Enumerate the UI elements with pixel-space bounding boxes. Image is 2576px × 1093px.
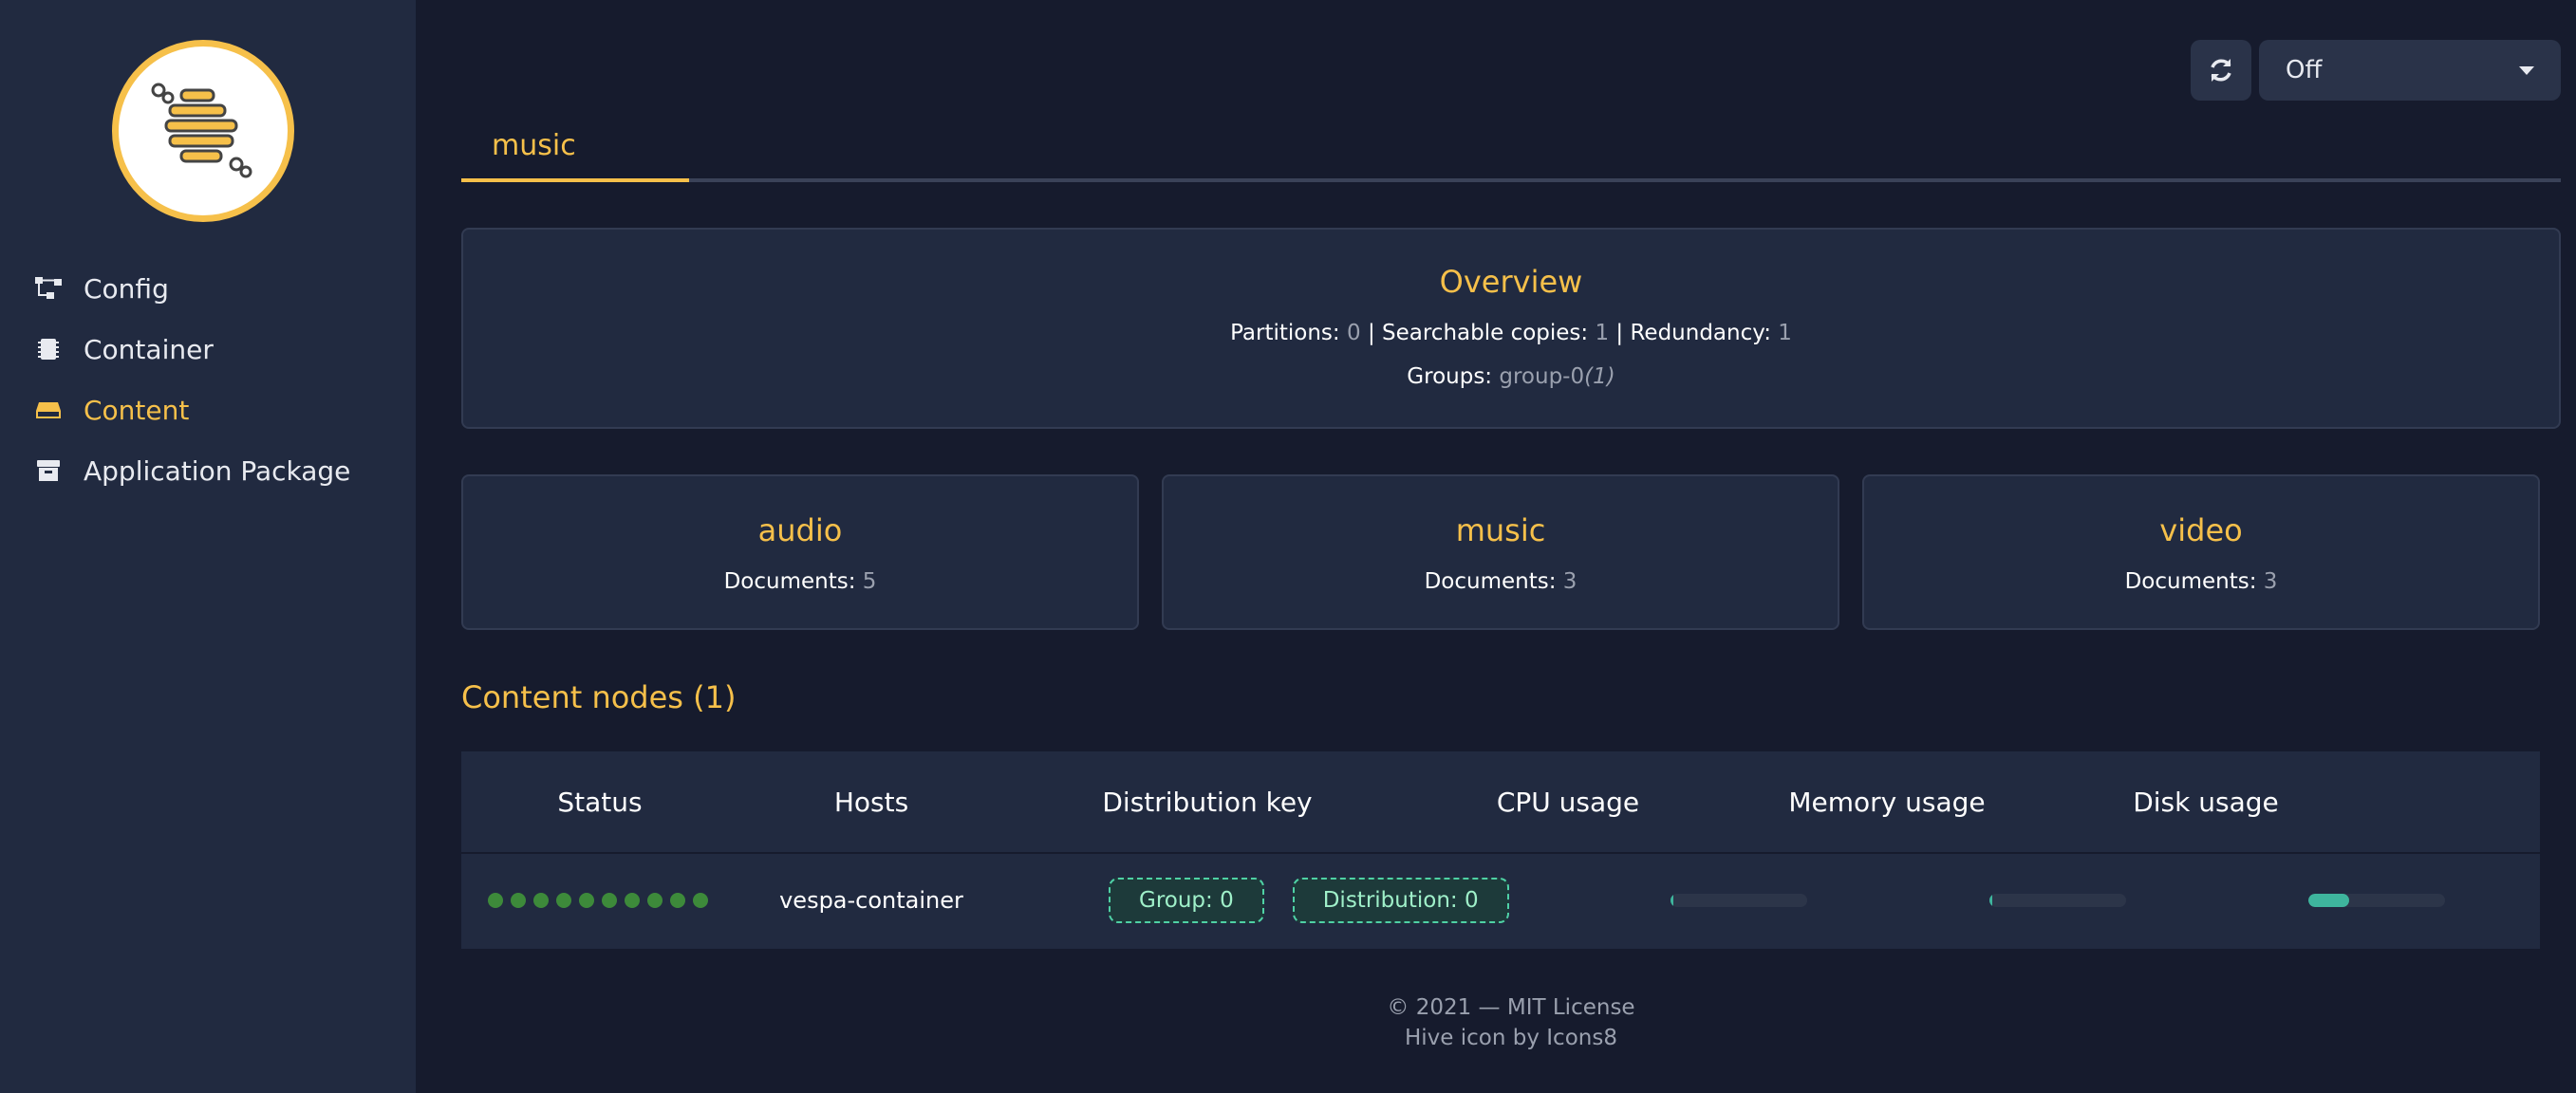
status-dot [647, 893, 663, 908]
column-header-hosts: Hosts [833, 786, 909, 818]
hdd-icon [34, 396, 63, 424]
column-header-status: Status [557, 786, 643, 818]
sidebar-item-config[interactable]: Config [0, 258, 416, 319]
disk-usage-cell [2308, 894, 2445, 907]
separator: | [1615, 321, 1624, 345]
doc-card-audio: audio Documents: 5 [461, 474, 1139, 630]
status-cell [488, 893, 708, 908]
status-dot [488, 893, 503, 908]
sync-icon [2211, 59, 2231, 82]
refresh-button[interactable] [2191, 40, 2251, 101]
refresh-interval-select[interactable]: Off [2259, 40, 2561, 101]
column-header-cpu-usage: CPU usage [1496, 786, 1640, 818]
chip-icon [34, 335, 63, 363]
license-text: © 2021 — MIT License [1387, 995, 1635, 1020]
doc-card-music: music Documents: 3 [1162, 474, 1839, 630]
groups-count: (1) [1584, 364, 1615, 389]
column-header-distribution-key: Distribution key [1102, 786, 1313, 818]
distribution-key-cell: Group: 0 Distribution: 0 [1109, 878, 1509, 923]
footer: © 2021 — MIT License Hive icon by Icons8 [461, 992, 2561, 1053]
status-dot [670, 893, 685, 908]
groups-value: group-0 [1499, 364, 1585, 389]
column-header-memory-usage: Memory usage [1788, 786, 1986, 818]
select-value: Off [2286, 56, 2323, 84]
status-dot [556, 893, 571, 908]
status-dot [533, 893, 549, 908]
tab-music[interactable]: music [461, 112, 689, 182]
distribution-tag: Distribution: 0 [1292, 878, 1509, 923]
doc-count: Documents: 3 [1164, 569, 1838, 594]
disk-usage-fill [2308, 894, 2350, 907]
sidebar-nav: Config Container Content Application Pac… [0, 258, 416, 501]
hive-logo[interactable] [112, 40, 294, 222]
host-cell[interactable]: vespa-container [738, 887, 1004, 914]
archive-icon [34, 456, 63, 485]
memory-usage-fill [1989, 894, 1992, 907]
tab-bar: music [461, 112, 2561, 182]
searchable-copies-label: Searchable copies: [1382, 321, 1589, 345]
documents-value: 3 [2263, 569, 2278, 594]
documents-label: Documents: [1424, 569, 1557, 594]
doc-count: Documents: 3 [1864, 569, 2538, 594]
separator: | [1367, 321, 1375, 345]
doc-type-name: music [1455, 512, 1546, 548]
status-dot [625, 893, 640, 908]
hive-icon [151, 83, 252, 178]
documents-value: 3 [1562, 569, 1577, 594]
cpu-usage-fill [1671, 894, 1673, 907]
sidebar: Config Container Content Application Pac… [0, 0, 416, 1093]
sidebar-item-label: Application Package [84, 454, 351, 487]
partitions-value: 0 [1346, 321, 1361, 345]
redundancy-label: Redundancy: [1630, 321, 1771, 345]
column-header-disk-usage: Disk usage [2133, 786, 2279, 818]
doc-type-name: video [2159, 512, 2243, 548]
partitions-label: Partitions: [1230, 321, 1340, 345]
status-dot [693, 893, 708, 908]
documents-value: 5 [862, 569, 877, 594]
cpu-usage-cell [1671, 894, 1807, 907]
status-dot [602, 893, 617, 908]
doc-count: Documents: 5 [463, 569, 1137, 594]
overview-title: Overview [1439, 264, 1583, 300]
sidebar-item-content[interactable]: Content [0, 380, 416, 440]
memory-usage-cell [1989, 894, 2126, 907]
disk-usage-bar [2308, 894, 2445, 907]
sidebar-item-application-package[interactable]: Application Package [0, 440, 416, 501]
table-header: Status Hosts Distribution key CPU usage … [461, 751, 2540, 854]
icon-credit-link[interactable]: Hive icon by Icons8 [461, 1023, 2561, 1053]
content-nodes-title: Content nodes (1) [461, 679, 737, 715]
table-row[interactable]: vespa-container Group: 0 Distribution: 0 [461, 854, 2540, 947]
sidebar-item-label: Config [84, 272, 169, 305]
searchable-copies-value: 1 [1595, 321, 1610, 345]
sidebar-item-container[interactable]: Container [0, 319, 416, 380]
status-dot [579, 893, 594, 908]
doc-card-video: video Documents: 3 [1862, 474, 2540, 630]
doc-type-name: audio [757, 512, 843, 548]
memory-usage-bar [1989, 894, 2126, 907]
status-dot [511, 893, 526, 908]
cpu-usage-bar [1671, 894, 1807, 907]
sidebar-item-label: Content [84, 394, 190, 426]
content-nodes-table: Status Hosts Distribution key CPU usage … [461, 751, 2540, 949]
redundancy-value: 1 [1778, 321, 1792, 345]
status-dots [488, 893, 708, 908]
documents-label: Documents: [2124, 569, 2257, 594]
group-tag: Group: 0 [1109, 878, 1264, 923]
overview-card: Overview Partitions: 0 | Searchable copi… [461, 228, 2561, 429]
overview-groups: Groups: group-0(1) [463, 364, 2559, 389]
documents-label: Documents: [723, 569, 856, 594]
sidebar-item-label: Container [84, 333, 214, 365]
groups-label: Groups: [1407, 364, 1493, 389]
sitemap-icon [34, 274, 63, 303]
caret-down-icon [2519, 65, 2534, 75]
overview-stats: Partitions: 0 | Searchable copies: 1 | R… [463, 321, 2559, 345]
